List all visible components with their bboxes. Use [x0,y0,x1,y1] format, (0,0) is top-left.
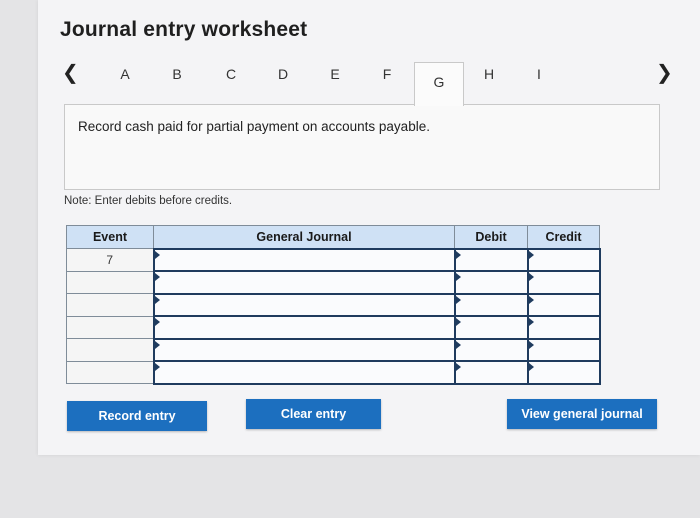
credit-input[interactable] [526,337,601,362]
table-row [66,292,601,317]
tab-b[interactable]: B [152,62,202,104]
event-cell [66,270,154,294]
account-input[interactable] [152,247,456,272]
table-header-row: Event General Journal Debit Credit [66,225,600,249]
previous-tab-icon[interactable]: ❮ [62,60,79,84]
debit-input[interactable] [453,247,529,272]
account-input[interactable] [152,292,456,317]
tab-c[interactable]: C [206,62,256,104]
credit-header: Credit [527,225,600,249]
debit-input[interactable] [453,292,529,317]
table-row [66,270,601,295]
credit-input[interactable] [526,315,601,340]
tab-i[interactable]: I [514,62,564,104]
tab-a[interactable]: A [100,62,150,104]
view-general-journal-button[interactable]: View general journal [507,399,657,429]
tab-e[interactable]: E [310,62,360,104]
next-tab-icon[interactable]: ❯ [656,60,673,84]
tab-h[interactable]: H [464,62,514,104]
debit-input[interactable] [453,315,529,340]
tab-bar: A B C D E F G H I [100,62,570,106]
credit-input[interactable] [526,360,601,385]
debit-input[interactable] [453,337,529,362]
table-row [66,337,601,362]
general-journal-header: General Journal [153,225,455,249]
debit-input[interactable] [453,360,529,385]
credit-input[interactable] [526,292,601,317]
event-cell [66,338,154,362]
table-row [66,360,601,385]
tab-d[interactable]: D [258,62,308,104]
debit-header: Debit [454,225,528,249]
account-input[interactable] [152,360,456,385]
note-text: Note: Enter debits before credits. [64,195,233,207]
event-cell [66,293,154,317]
credit-input[interactable] [526,247,601,272]
debit-input[interactable] [453,270,529,295]
event-number: 7 [66,248,154,272]
page-title: Journal entry worksheet [60,18,308,41]
credit-input[interactable] [526,270,601,295]
clear-entry-button[interactable]: Clear entry [246,399,381,429]
account-input[interactable] [152,270,456,295]
instruction-text: Record cash paid for partial payment on … [78,119,430,134]
table-row [66,315,601,340]
account-input[interactable] [152,337,456,362]
tab-f[interactable]: F [362,62,412,104]
account-input[interactable] [152,315,456,340]
record-entry-button[interactable]: Record entry [67,401,207,431]
event-cell [66,360,154,384]
table-row: 7 [66,247,601,272]
instruction-box: Record cash paid for partial payment on … [64,104,660,190]
tab-g[interactable]: G [414,62,464,106]
journal-table: Event General Journal Debit Credit 7 [66,225,601,385]
event-cell [66,315,154,339]
event-header: Event [66,225,154,249]
